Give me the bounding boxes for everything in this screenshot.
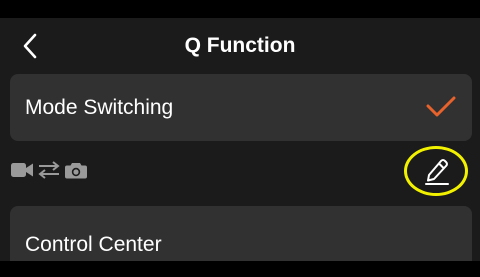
q-function-screen: Q Function Mode Switching Control Center bbox=[0, 0, 480, 277]
chevron-left-icon bbox=[23, 33, 37, 59]
edit-button[interactable] bbox=[404, 146, 468, 196]
back-button[interactable] bbox=[12, 26, 48, 66]
pencil-edit-icon bbox=[425, 159, 449, 185]
page-title: Q Function bbox=[184, 34, 296, 57]
video-camera-icon bbox=[11, 162, 33, 178]
header-bar: Q Function bbox=[0, 18, 480, 74]
top-status-area bbox=[0, 0, 480, 18]
photo-camera-icon bbox=[65, 161, 87, 179]
settings-content: Mode Switching Control Center bbox=[0, 74, 480, 277]
mode-switching-option[interactable]: Mode Switching bbox=[10, 74, 472, 141]
swap-arrows-icon bbox=[38, 161, 60, 179]
control-center-label: Control Center bbox=[25, 233, 162, 256]
bottom-edge bbox=[0, 261, 480, 277]
mode-switching-label: Mode Switching bbox=[25, 96, 174, 119]
checkmark-icon bbox=[426, 96, 456, 117]
mode-switch-indicator bbox=[11, 158, 87, 182]
